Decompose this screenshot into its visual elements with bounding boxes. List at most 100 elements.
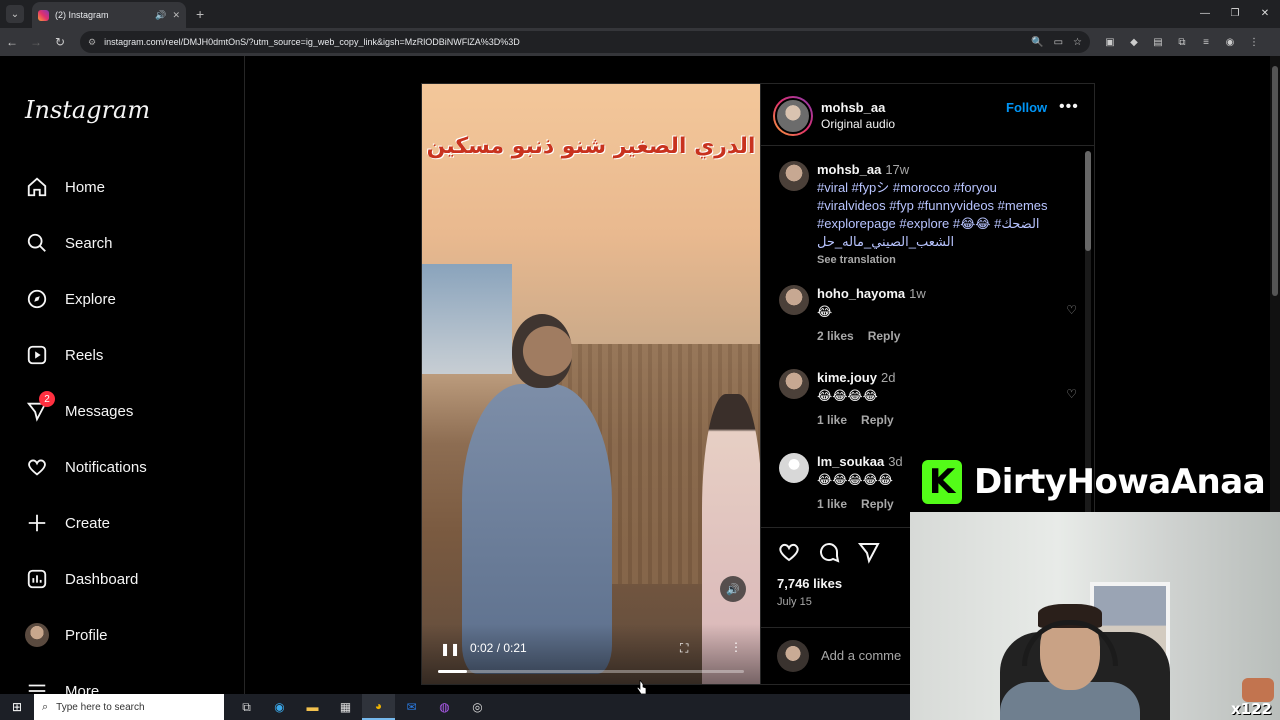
search-icon <box>25 231 49 255</box>
comment-time: 2d <box>880 370 896 385</box>
site-info-icon[interactable]: ⚙ <box>88 37 96 48</box>
bookmark-star-icon[interactable]: ☆ <box>1073 37 1082 48</box>
restore-icon[interactable]: ❐ <box>1220 0 1250 28</box>
sidebar: Instagram Home Search Explore Reels 2 Me… <box>0 56 245 700</box>
comment-likes[interactable]: 1 like <box>817 497 847 511</box>
obs-icon[interactable]: ◎ <box>461 694 494 720</box>
fullscreen-icon[interactable]: ⛶ <box>680 641 688 656</box>
forward-icon[interactable]: → <box>24 35 48 49</box>
messenger-icon[interactable]: ◍ <box>428 694 461 720</box>
like-comment-heart-icon[interactable]: ♡ <box>1066 303 1077 317</box>
browser-tab[interactable]: (2) Instagram 🔊 ✕ <box>32 2 186 28</box>
comment-bubble-icon[interactable] <box>817 540 841 564</box>
taskbar-search[interactable]: ⌕ Type here to search <box>34 694 224 720</box>
speaker-icon[interactable]: 🔊 <box>155 10 166 21</box>
video-more-icon[interactable]: ⋮ <box>730 640 742 654</box>
like-heart-icon[interactable] <box>777 540 801 564</box>
sidebar-item-label: Reels <box>65 346 104 364</box>
person-head <box>512 314 572 388</box>
sidebar-item-dashboard[interactable]: Dashboard <box>25 564 138 594</box>
comment-text: 😂😂😂😂 <box>817 388 878 403</box>
windows-taskbar: ⊞ ⌕ Type here to search ⧉ ◉ ▬ ▦ ◕ ✉ ◍ ◎ <box>0 694 910 720</box>
outlook-icon[interactable]: ✉ <box>395 694 428 720</box>
comment-username[interactable]: lm_soukaa <box>817 454 884 469</box>
store-icon[interactable]: ▦ <box>329 694 362 720</box>
minimize-icon[interactable]: — <box>1190 0 1220 28</box>
sidebar-item-reels[interactable]: Reels <box>25 340 103 370</box>
edge-icon[interactable]: ◉ <box>263 694 296 720</box>
unread-badge: 2 <box>39 391 55 407</box>
video-time: 0:02 / 0:21 <box>470 641 527 655</box>
close-window-icon[interactable]: ✕ <box>1250 0 1280 28</box>
scrollbar-thumb[interactable] <box>1085 151 1091 251</box>
comment-likes[interactable]: 2 likes <box>817 329 854 343</box>
sidebar-item-explore[interactable]: Explore <box>25 284 116 314</box>
zoom-icon[interactable]: 🔍 <box>1031 37 1043 48</box>
comment-username[interactable]: mohsb_aa <box>817 162 881 177</box>
profile-icon[interactable]: ◉ <box>1218 37 1242 48</box>
avatar[interactable] <box>779 161 809 191</box>
extensions-puzzle-icon[interactable]: ⧉ <box>1170 37 1194 48</box>
file-explorer-icon[interactable]: ▬ <box>296 694 329 720</box>
window-controls: — ❐ ✕ <box>1190 0 1280 28</box>
comment-item: hoho_hayoma 1w 😂 2 likes Reply ♡ <box>779 285 1077 345</box>
tab-search-button[interactable]: ⌄ <box>6 5 24 23</box>
post-date: July 15 <box>777 596 812 608</box>
volume-icon[interactable]: 🔊 <box>720 576 746 602</box>
sidebar-item-messages[interactable]: 2 Messages <box>25 391 133 426</box>
extension-diamond-icon[interactable]: ◆ <box>1122 37 1146 48</box>
task-view-icon[interactable]: ⧉ <box>230 694 263 720</box>
reply-button[interactable]: Reply <box>861 413 894 427</box>
avatar[interactable] <box>779 285 809 315</box>
sidebar-item-label: Profile <box>65 626 108 644</box>
share-send-icon[interactable] <box>857 540 881 564</box>
more-options-icon[interactable]: ••• <box>1059 98 1079 116</box>
reload-icon[interactable]: ↻ <box>48 35 72 49</box>
author-username[interactable]: mohsb_aa <box>821 100 885 115</box>
chrome-icon[interactable]: ◕ <box>362 694 395 720</box>
cast-icon[interactable]: ▭ <box>1054 37 1063 48</box>
reading-list-icon[interactable]: ≡ <box>1194 37 1218 48</box>
follow-button[interactable]: Follow <box>1006 100 1047 115</box>
likes-count[interactable]: 7,746 likes <box>777 576 842 591</box>
instagram-logo[interactable]: Instagram <box>25 96 150 124</box>
sidebar-item-profile[interactable]: Profile <box>25 620 108 650</box>
close-tab-icon[interactable]: ✕ <box>172 10 180 21</box>
comment-item: kime.jouy 2d 😂😂😂😂 1 like Reply ♡ <box>779 369 1077 429</box>
reply-button[interactable]: Reply <box>868 329 901 343</box>
comment-username[interactable]: hoho_hayoma <box>817 286 905 301</box>
add-comment-input[interactable]: Add a comme <box>821 648 901 663</box>
address-bar[interactable]: ⚙ instagram.com/reel/DMJH0dmtOnS/?utm_so… <box>80 31 1090 53</box>
back-icon[interactable]: ← <box>0 35 24 49</box>
comment-likes[interactable]: 1 like <box>817 413 847 427</box>
like-comment-heart-icon[interactable]: ♡ <box>1066 387 1077 401</box>
heart-icon <box>25 455 49 479</box>
see-translation-link[interactable]: See translation <box>817 251 1069 269</box>
windows-start-icon[interactable]: ⊞ <box>0 700 34 714</box>
sidebar-item-search[interactable]: Search <box>25 228 113 258</box>
reel-video[interactable]: الدري الصغير شنو ذنبو مسكين 🔊 ❚❚ 0:02 / … <box>422 84 760 684</box>
sidebar-item-create[interactable]: Create <box>25 508 110 538</box>
pause-icon[interactable]: ❚❚ <box>440 642 460 656</box>
stream-brand-overlay: K DirtyHowaAnaa <box>922 460 1266 504</box>
avatar <box>775 98 811 134</box>
compass-icon <box>25 287 49 311</box>
comment-text: 😂 <box>817 304 833 319</box>
audio-label[interactable]: Original audio <box>821 117 895 131</box>
avatar[interactable] <box>779 369 809 399</box>
video-progress-bar[interactable] <box>438 670 744 673</box>
sidebar-item-home[interactable]: Home <box>25 172 105 202</box>
avatar <box>777 640 809 672</box>
new-tab-button[interactable]: + <box>196 6 204 22</box>
browser-tabbar: ⌄ (2) Instagram 🔊 ✕ + — ❐ ✕ <box>0 0 1280 28</box>
avatar[interactable] <box>779 453 809 483</box>
reply-button[interactable]: Reply <box>861 497 894 511</box>
sidebar-item-notifications[interactable]: Notifications <box>25 452 147 482</box>
scrollbar-thumb[interactable] <box>1272 66 1278 296</box>
avatar <box>25 623 49 647</box>
author-avatar[interactable] <box>773 96 813 136</box>
comment-username[interactable]: kime.jouy <box>817 370 877 385</box>
extension-blue-icon[interactable]: ▤ <box>1146 37 1170 48</box>
chrome-menu-icon[interactable]: ⋮ <box>1242 37 1266 48</box>
extension-translate-icon[interactable]: ▣ <box>1098 37 1122 48</box>
